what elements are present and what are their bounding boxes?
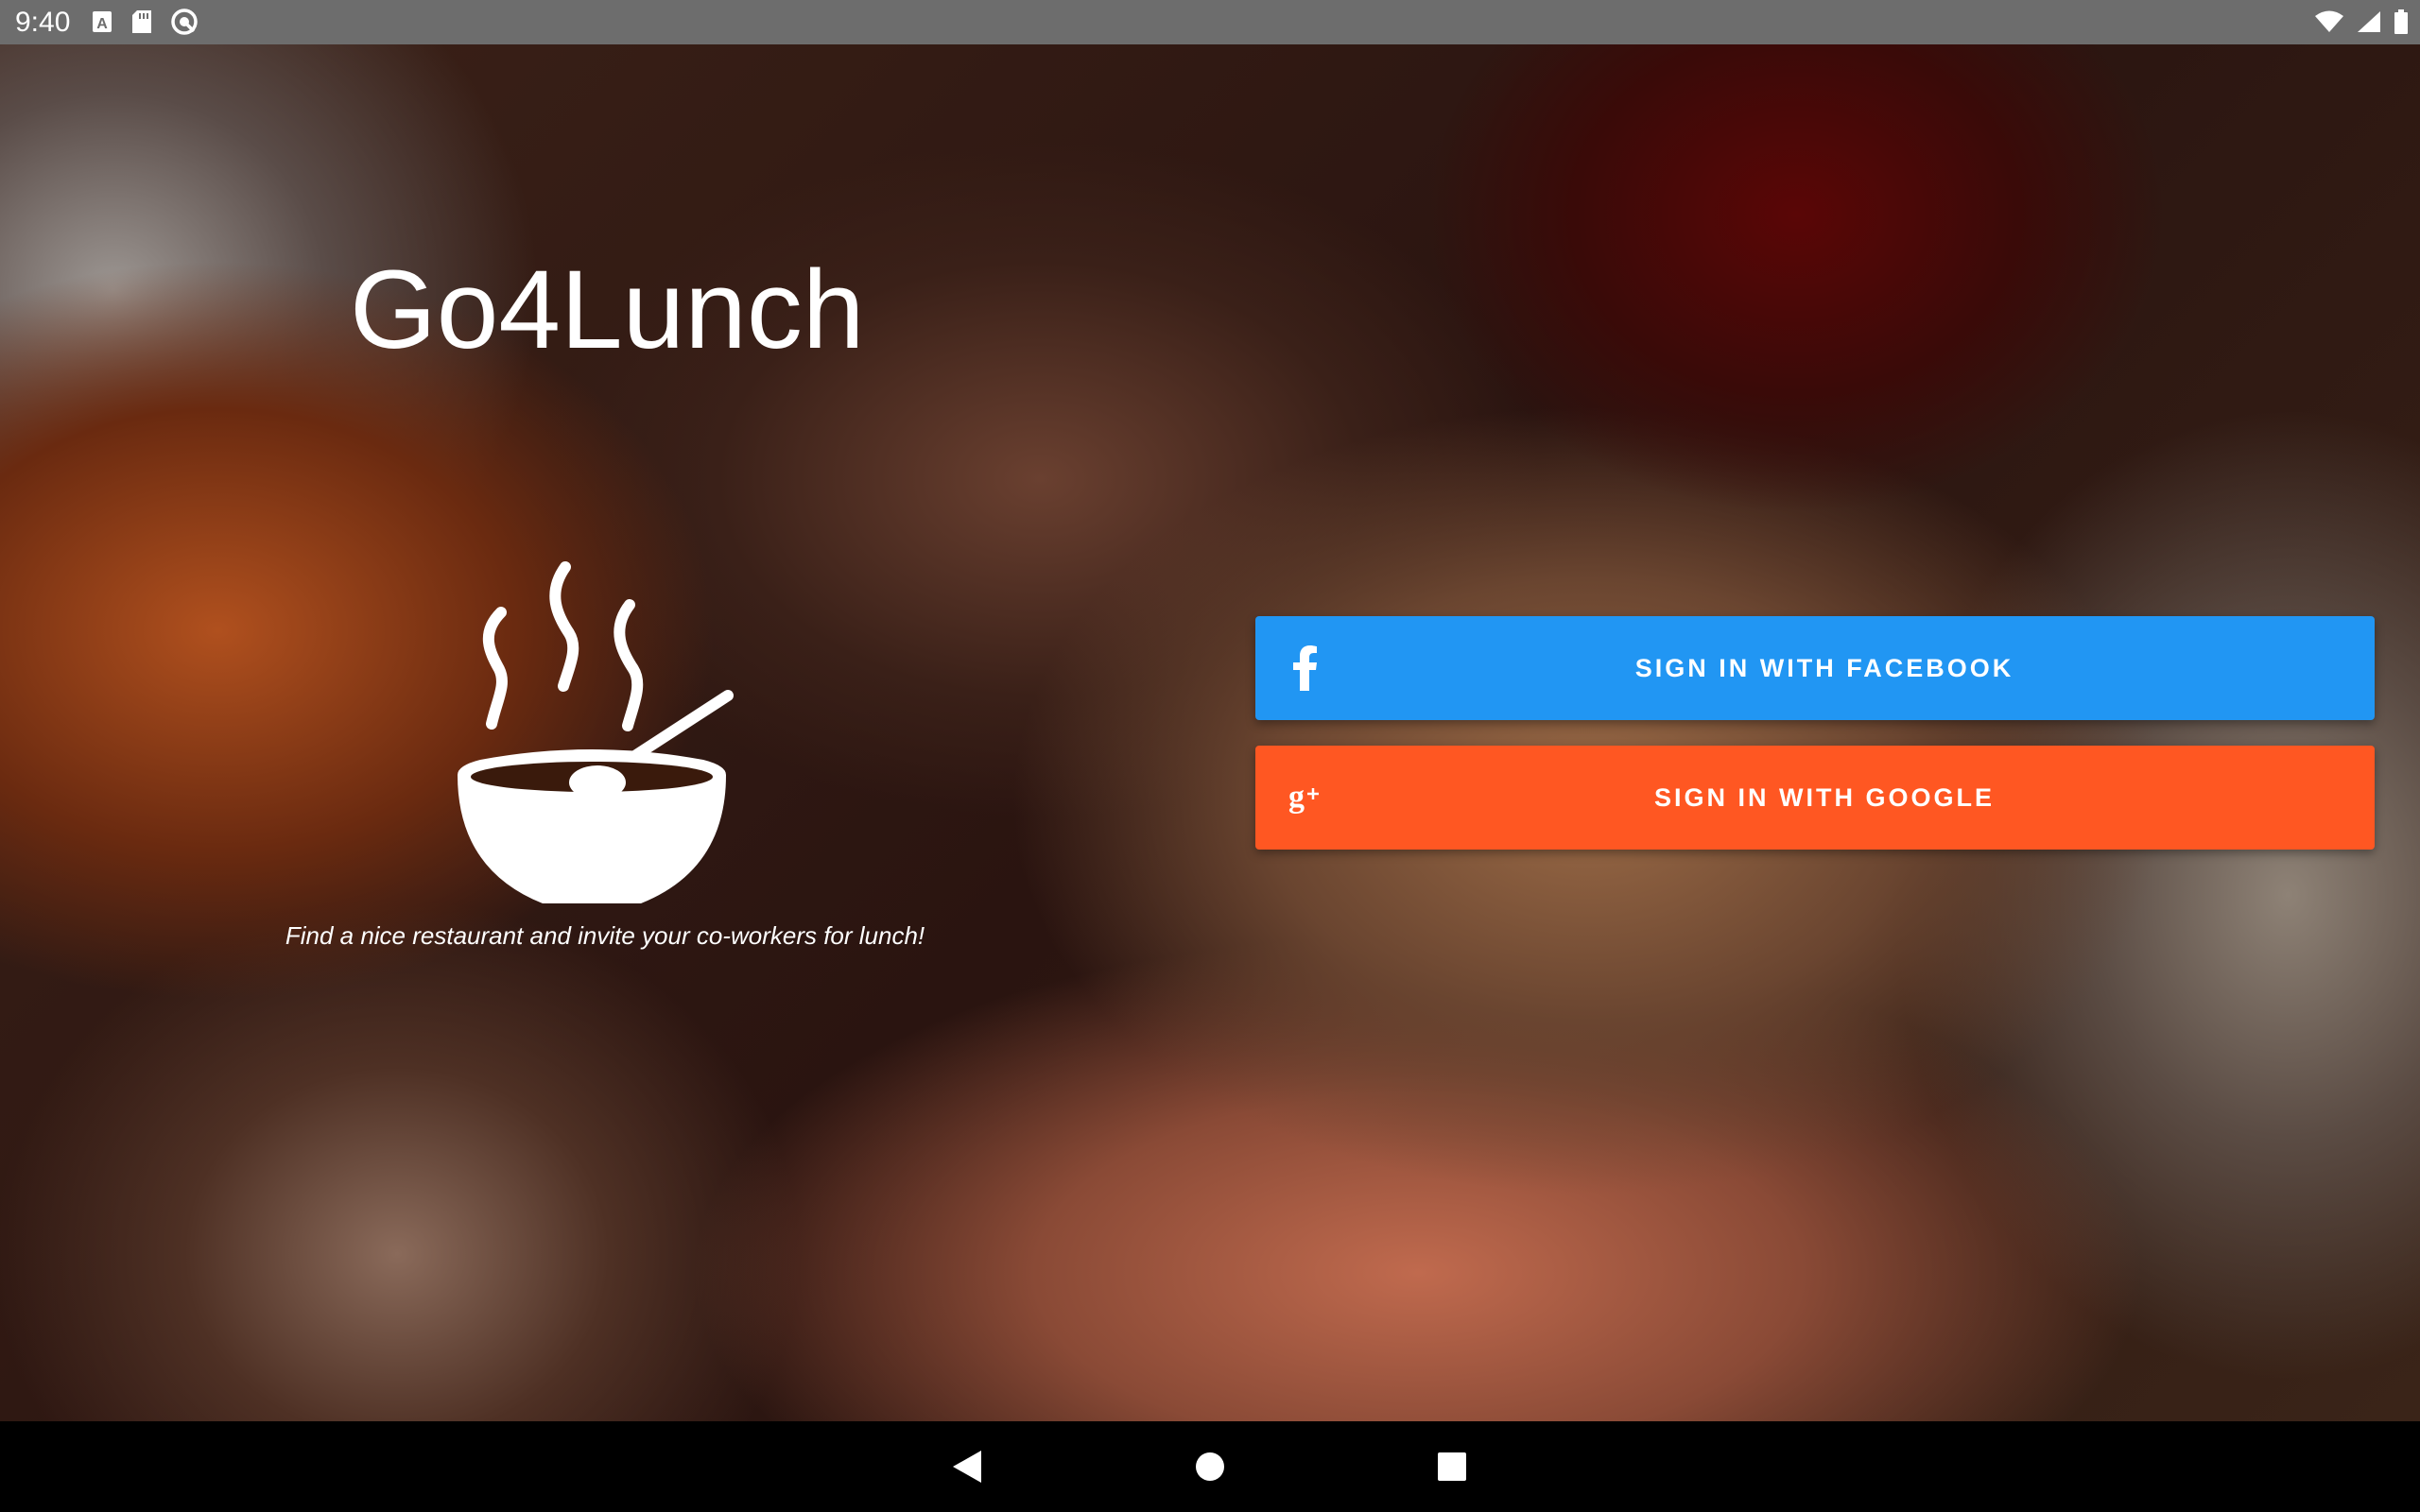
back-triangle-icon[interactable] <box>939 1438 995 1495</box>
recent-apps-square-icon[interactable] <box>1424 1438 1480 1495</box>
sync-icon <box>170 8 199 36</box>
svg-text:A: A <box>96 16 108 32</box>
facebook-button-label: SIGN IN WITH FACEBOOK <box>1634 653 2014 682</box>
svg-text:g: g <box>1288 780 1307 815</box>
wifi-icon <box>2314 9 2344 34</box>
login-screen: 9:40 A Go4Lunch Find a nice restaurant a… <box>0 0 2420 1512</box>
sd-card-icon <box>130 9 153 35</box>
facebook-icon <box>1282 644 1329 692</box>
status-system-icons <box>2314 8 2409 36</box>
home-circle-icon[interactable] <box>1182 1438 1238 1495</box>
status-bar: 9:40 A <box>0 0 2420 44</box>
sign-in-facebook-button[interactable]: SIGN IN WITH FACEBOOK <box>1255 616 2375 720</box>
google-plus-icon: g <box>1282 774 1329 821</box>
tagline: Find a nice restaurant and invite your c… <box>285 921 925 950</box>
sign-in-google-button[interactable]: g SIGN IN WITH GOOGLE <box>1255 746 2375 850</box>
status-time: 9:40 <box>15 7 71 38</box>
a-keyboard-icon: A <box>91 9 113 34</box>
google-button-label: SIGN IN WITH GOOGLE <box>1654 782 1995 812</box>
status-notification-icons: A <box>91 8 199 36</box>
soup-bowl-icon <box>452 558 735 907</box>
navigation-bar <box>0 1421 2420 1512</box>
signal-icon <box>2356 9 2382 34</box>
app-title: Go4Lunch <box>350 248 865 372</box>
battery-icon <box>2394 9 2409 35</box>
